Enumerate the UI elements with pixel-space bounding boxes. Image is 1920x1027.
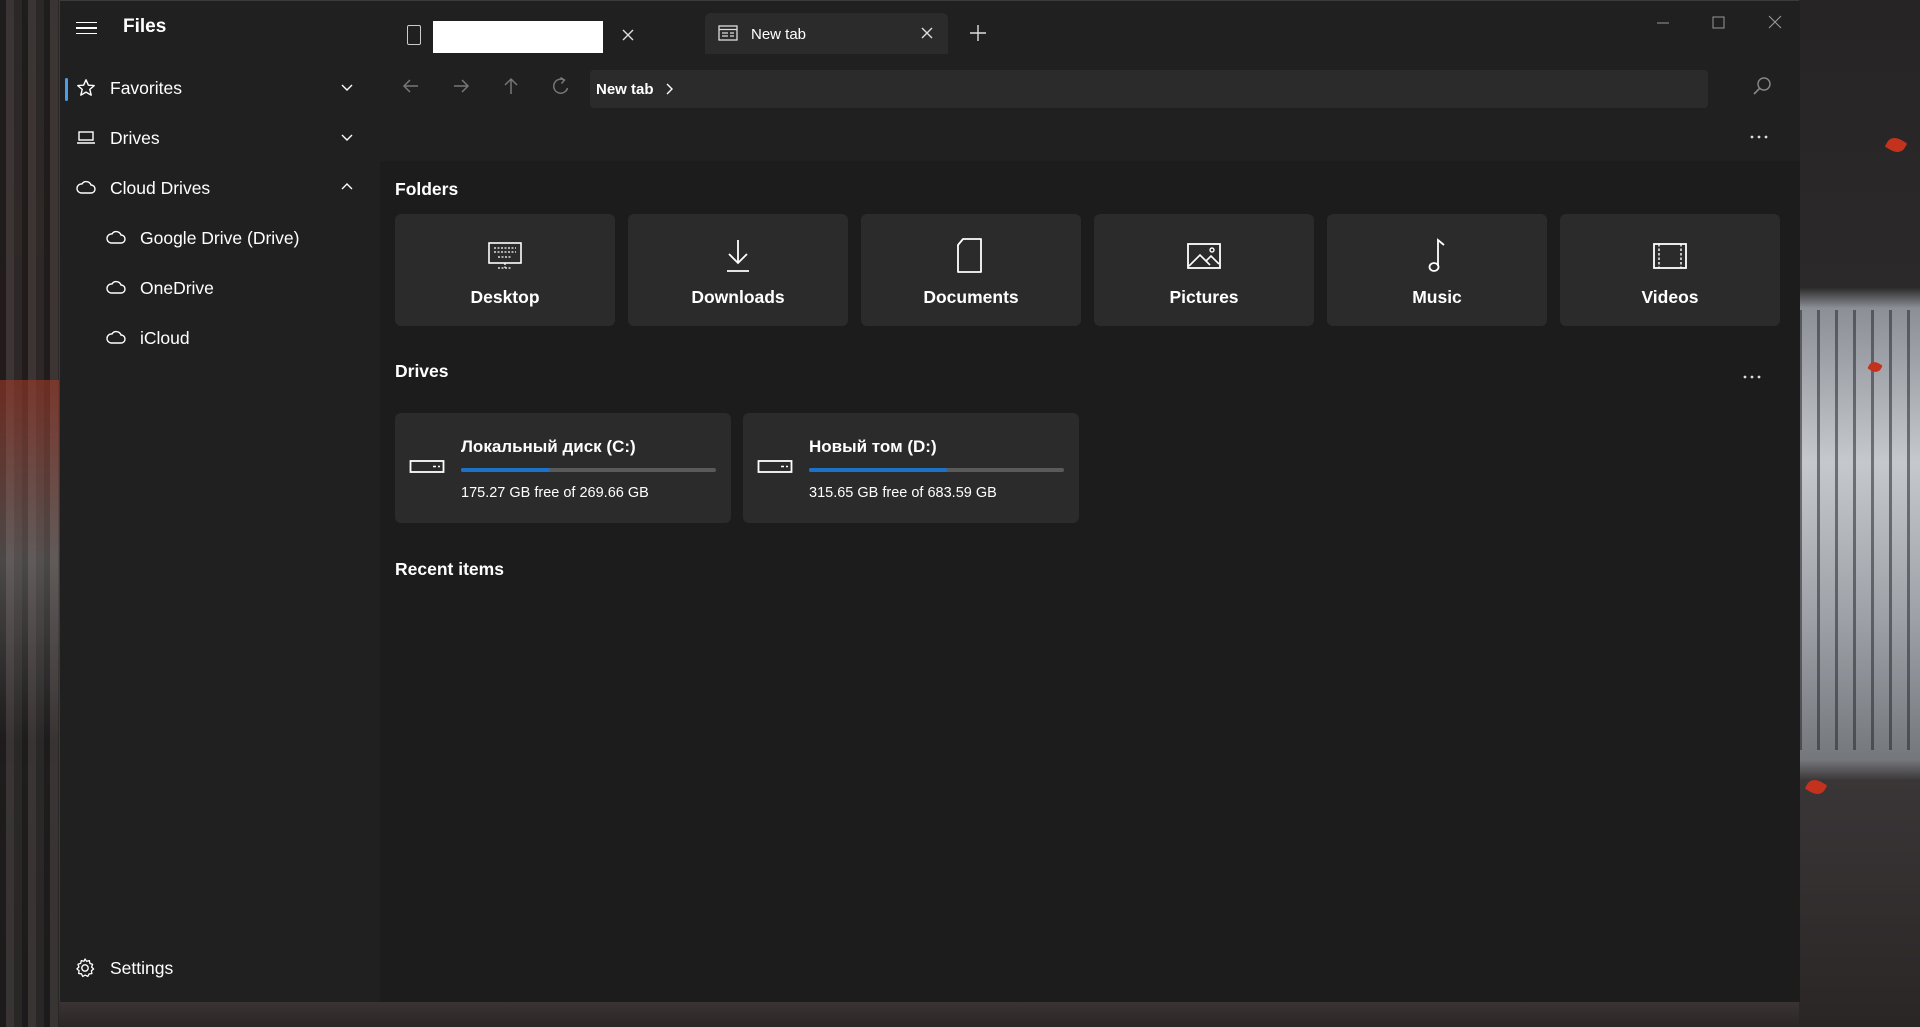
tab-label xyxy=(433,21,603,53)
chevron-up-icon[interactable] xyxy=(338,178,356,196)
sidebar-item-settings[interactable]: Settings xyxy=(60,945,380,991)
tab-new-tab[interactable]: New tab xyxy=(705,13,948,54)
app-title: Files xyxy=(123,16,167,37)
chevron-down-icon[interactable] xyxy=(338,78,356,96)
desktop-wallpaper-bottom xyxy=(59,1001,1799,1027)
drive-usage-fill xyxy=(809,468,947,472)
selection-indicator xyxy=(65,78,68,101)
drive-free-space: 315.65 GB free of 683.59 GB xyxy=(809,485,997,501)
up-arrow-icon[interactable] xyxy=(498,73,524,99)
folder-label: Music xyxy=(1412,287,1462,307)
sidebar-item-label: Cloud Drives xyxy=(110,178,211,198)
drive-icon xyxy=(75,127,97,149)
add-tab-icon[interactable] xyxy=(968,23,988,43)
document-icon xyxy=(407,25,421,45)
folder-card-videos[interactable]: Videos xyxy=(1560,214,1780,326)
back-arrow-icon[interactable] xyxy=(398,73,424,99)
breadcrumb-item[interactable]: New tab xyxy=(596,81,654,98)
sidebar-item-drives[interactable]: Drives xyxy=(60,115,380,161)
drive-usage-bar xyxy=(461,468,716,472)
folder-card-music[interactable]: Music xyxy=(1327,214,1547,326)
sidebar-item-favorites[interactable]: Favorites xyxy=(60,65,380,111)
drive-icon xyxy=(409,457,445,477)
desktop-wallpaper-right xyxy=(1799,0,1920,1027)
drive-card-d[interactable]: Новый том (D:) 315.65 GB free of 683.59 … xyxy=(743,413,1079,523)
star-icon xyxy=(75,77,97,99)
new-tab-page-icon xyxy=(718,25,738,41)
recent-items-section-title: Recent items xyxy=(395,559,504,579)
sidebar-item-label: OneDrive xyxy=(140,278,214,298)
drive-usage-fill xyxy=(461,468,551,472)
forward-arrow-icon[interactable] xyxy=(448,73,474,99)
sidebar-item-cloud-drives[interactable]: Cloud Drives xyxy=(60,165,380,211)
app-title-row: Files xyxy=(60,1,380,55)
hamburger-menu-icon[interactable] xyxy=(74,15,100,41)
folder-label: Pictures xyxy=(1169,287,1239,307)
download-icon xyxy=(718,236,758,276)
sidebar-item-label: Drives xyxy=(110,128,160,148)
desktop-icon xyxy=(485,236,525,276)
files-window: Files Favorites Drives Cloud Drives Goog… xyxy=(59,0,1800,1002)
maximize-icon[interactable] xyxy=(1706,11,1730,35)
sidebar-item-label: iCloud xyxy=(140,328,190,348)
folder-label: Videos xyxy=(1641,287,1699,307)
drive-usage-bar xyxy=(809,468,1064,472)
folder-label: Desktop xyxy=(470,287,540,307)
folder-card-downloads[interactable]: Downloads xyxy=(628,214,848,326)
settings-label: Settings xyxy=(110,958,174,978)
close-tab-icon[interactable] xyxy=(918,24,936,42)
search-icon[interactable] xyxy=(1750,74,1774,98)
more-options-icon[interactable] xyxy=(1747,125,1771,149)
more-options-icon[interactable] xyxy=(1740,365,1764,389)
picture-icon xyxy=(1184,236,1224,276)
chevron-down-icon[interactable] xyxy=(338,128,356,146)
sidebar-item-icloud[interactable]: iCloud xyxy=(60,315,380,361)
address-bar[interactable]: New tab xyxy=(590,70,1708,108)
close-window-icon[interactable] xyxy=(1763,11,1787,35)
music-icon xyxy=(1417,236,1457,276)
drive-name: Новый том (D:) xyxy=(809,437,937,456)
chevron-right-icon[interactable] xyxy=(662,82,676,96)
close-tab-icon[interactable] xyxy=(619,26,637,44)
main-content: New tab New tab Folders Desktop Download… xyxy=(380,1,1800,1002)
refresh-icon[interactable] xyxy=(548,73,574,99)
cloud-icon xyxy=(75,177,97,199)
cloud-icon xyxy=(105,327,127,349)
desktop-wallpaper-left xyxy=(0,0,59,1027)
gear-icon xyxy=(73,956,97,980)
document-icon xyxy=(951,236,991,276)
drive-free-space: 175.27 GB free of 269.66 GB xyxy=(461,485,649,501)
tab-label: New tab xyxy=(751,26,807,43)
sidebar-item-google-drive[interactable]: Google Drive (Drive) xyxy=(60,215,380,261)
drive-card-c[interactable]: Локальный диск (C:) 175.27 GB free of 26… xyxy=(395,413,731,523)
navigation-toolbar: New tab xyxy=(380,61,1800,161)
folder-card-documents[interactable]: Documents xyxy=(861,214,1081,326)
cloud-icon xyxy=(105,227,127,249)
drive-name: Локальный диск (C:) xyxy=(461,437,636,456)
sidebar-item-label: Google Drive (Drive) xyxy=(140,228,300,248)
sidebar: Files Favorites Drives Cloud Drives Goog… xyxy=(60,1,380,1002)
sidebar-item-label: Favorites xyxy=(110,78,182,98)
folder-label: Documents xyxy=(923,287,1019,307)
folder-card-pictures[interactable]: Pictures xyxy=(1094,214,1314,326)
cloud-icon xyxy=(105,277,127,299)
tab-bar: New tab xyxy=(380,1,1800,61)
folder-label: Downloads xyxy=(691,287,785,307)
minimize-icon[interactable] xyxy=(1651,11,1675,35)
drives-section-title: Drives xyxy=(395,361,449,381)
tab-1[interactable] xyxy=(395,13,695,57)
folder-card-desktop[interactable]: Desktop xyxy=(395,214,615,326)
sidebar-item-onedrive[interactable]: OneDrive xyxy=(60,265,380,311)
folders-section-title: Folders xyxy=(395,179,459,199)
folders-grid: Desktop Downloads Documents Pictures Mus… xyxy=(395,214,1785,326)
drive-icon xyxy=(757,457,793,477)
video-icon xyxy=(1650,236,1690,276)
